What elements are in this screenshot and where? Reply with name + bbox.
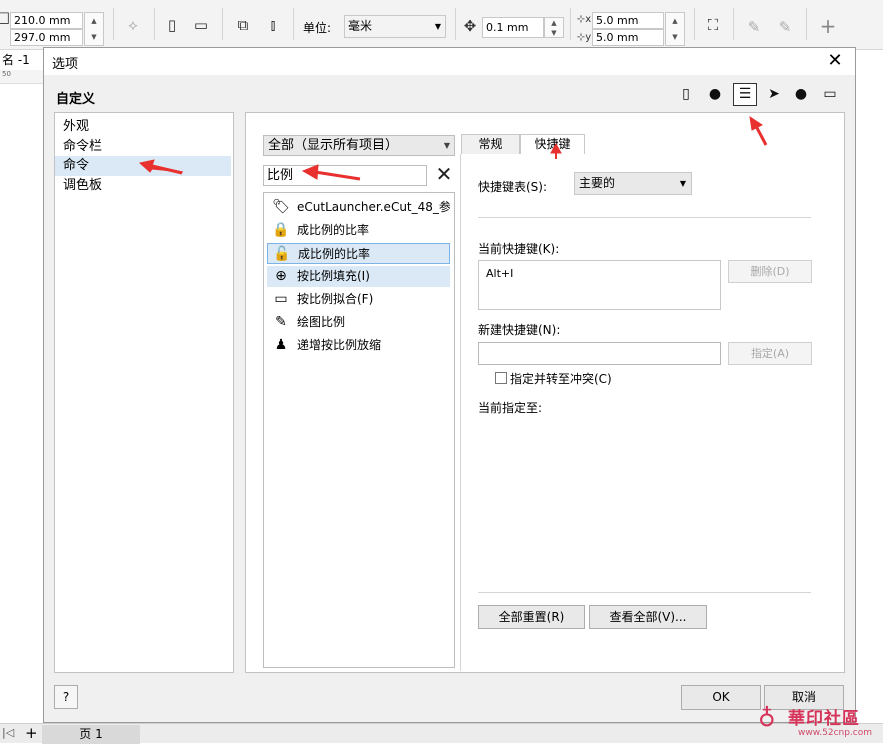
watermark-name: 華印社區 [788,709,860,729]
watermark: ♁ 華印社區 www.52cnp.com [752,702,883,743]
annotation-arrows [138,115,768,181]
watermark-logo-icon: ♁ [758,704,776,732]
watermark-url: www.52cnp.com [798,728,873,738]
